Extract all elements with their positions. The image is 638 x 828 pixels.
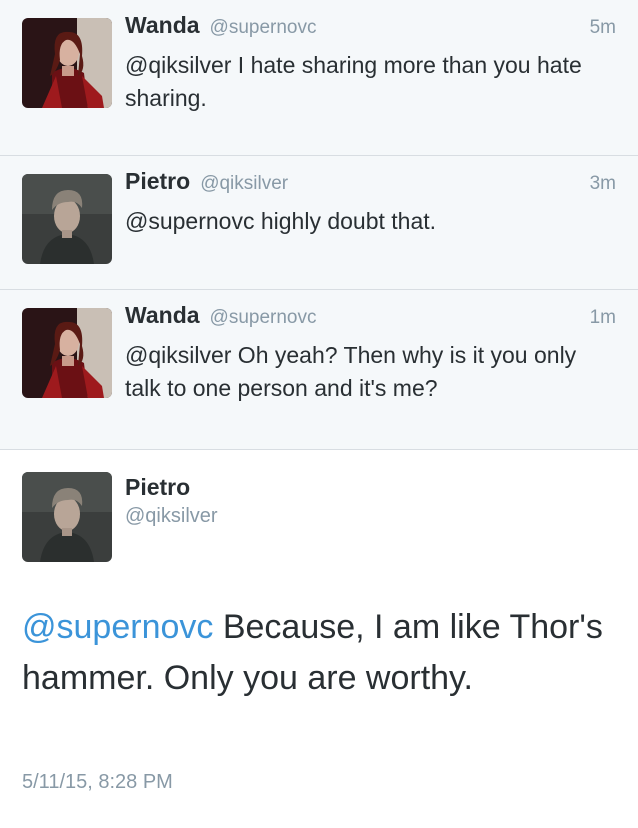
- author-handle[interactable]: @supernovc: [210, 17, 317, 39]
- author-name[interactable]: Wanda: [125, 12, 200, 39]
- mention-link[interactable]: @supernovc: [22, 608, 213, 646]
- author-handle[interactable]: @qiksilver: [125, 502, 616, 530]
- tweet-item[interactable]: Wanda @supernovc 1m @qiksilver Oh yeah? …: [0, 290, 638, 450]
- tweet-item[interactable]: Pietro @qiksilver 3m @supernovc highly d…: [0, 156, 638, 290]
- detail-tweet-text: @supernovc Because, I am like Thor's ham…: [22, 602, 616, 704]
- author-name[interactable]: Wanda: [125, 302, 200, 329]
- tweet-text: @qiksilver Oh yeah? Then why is it you o…: [125, 342, 577, 401]
- avatar-wanda-image: [22, 18, 112, 108]
- tweet-time[interactable]: 3m: [590, 173, 616, 195]
- avatar-pietro[interactable]: [22, 174, 112, 264]
- tweet-text: @supernovc highly doubt that.: [125, 208, 437, 234]
- tweet-timestamp: 5/11/15, 8:28 PM: [22, 771, 173, 793]
- tweet-time[interactable]: 1m: [590, 307, 616, 329]
- author-handle[interactable]: @qiksilver: [200, 173, 288, 195]
- avatar-pietro-image: [22, 472, 112, 562]
- avatar-pietro[interactable]: [22, 472, 112, 562]
- author-handle[interactable]: @supernovc: [210, 307, 317, 329]
- author-name[interactable]: Pietro: [125, 472, 616, 502]
- tweet-text: @qiksilver I hate sharing more than you …: [125, 52, 582, 111]
- avatar-pietro-image: [22, 174, 112, 264]
- avatar-wanda-image: [22, 308, 112, 398]
- author-name[interactable]: Pietro: [125, 168, 190, 195]
- avatar-wanda[interactable]: [22, 18, 112, 108]
- tweet-time[interactable]: 5m: [590, 17, 616, 39]
- avatar-wanda[interactable]: [22, 308, 112, 398]
- tweet-detail: Pietro @qiksilver @supernovc Because, I …: [0, 450, 638, 828]
- tweet-item[interactable]: Wanda @supernovc 5m @qiksilver I hate sh…: [0, 0, 638, 156]
